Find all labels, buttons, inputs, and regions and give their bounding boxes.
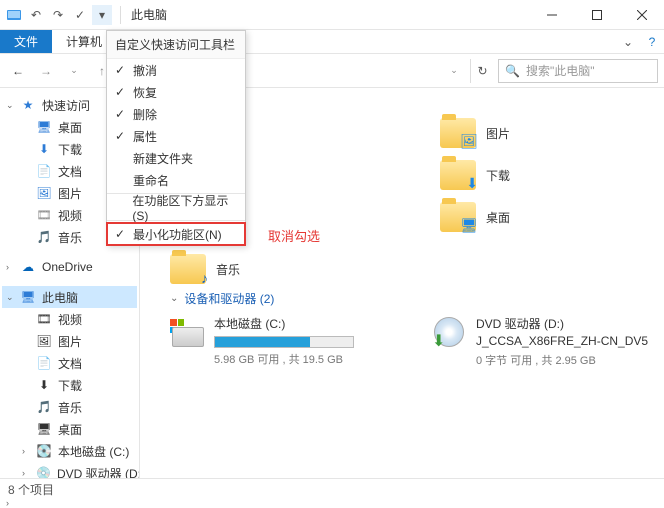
drive-dvd-d[interactable]: ⬇ DVD 驱动器 (D:) J_CCSA_X86FRE_ZH-CN_DV5 0… — [432, 315, 654, 368]
menu-item-redo[interactable]: ✓恢复 — [107, 81, 245, 103]
document-icon: 📄 — [36, 355, 52, 371]
titlebar: ↶ ↷ ✓ ▾ 此电脑 — [0, 0, 664, 30]
picture-icon: 🖼 — [460, 133, 478, 150]
menu-item-undo[interactable]: ✓撤消 — [107, 59, 245, 81]
download-icon: ⬇ — [36, 141, 52, 157]
folder-downloads[interactable]: ⬇ 下载 — [440, 160, 510, 190]
download-icon: ⬇ — [466, 175, 478, 192]
music-icon: 🎵 — [36, 229, 52, 245]
sidebar-item-music[interactable]: 🎵音乐 — [2, 396, 137, 418]
menu-item-rename[interactable]: 重命名 — [107, 169, 245, 191]
undo-icon[interactable]: ↶ — [26, 5, 46, 25]
app-icon — [4, 5, 24, 25]
group-devices[interactable]: ⌄ 设备和驱动器 (2) — [170, 290, 654, 307]
check-icon: ✓ — [113, 129, 127, 143]
sidebar-onedrive[interactable]: ›☁OneDrive — [2, 256, 137, 278]
search-icon: 🔍 — [505, 64, 520, 78]
video-icon: 🎞 — [36, 207, 52, 223]
window-title: 此电脑 — [125, 6, 167, 23]
sidebar-item-desktop[interactable]: 🖥桌面 — [2, 418, 137, 440]
usage-bar — [214, 336, 354, 348]
history-dropdown-icon[interactable]: ⌄ — [62, 59, 86, 83]
tab-file[interactable]: 文件 — [0, 30, 52, 53]
redo-icon[interactable]: ↷ — [48, 5, 68, 25]
video-icon: 🎞 — [36, 311, 52, 327]
folder-icon: ⬇ — [440, 160, 476, 190]
sidebar-item-documents[interactable]: 📄文档 — [2, 352, 137, 374]
document-icon: 📄 — [36, 163, 52, 179]
properties-icon[interactable]: ✓ — [70, 5, 90, 25]
install-arrow-icon: ⬇ — [432, 331, 445, 351]
refresh-button[interactable]: ↻ — [470, 59, 494, 83]
sidebar-item-pictures[interactable]: 🖼图片 — [2, 330, 137, 352]
chevron-right-icon[interactable]: › — [22, 446, 25, 456]
music-icon: ♪ — [201, 270, 208, 286]
drive-local-c[interactable]: 本地磁盘 (C:) 5.98 GB 可用 , 共 19.5 GB — [170, 315, 392, 368]
ribbon-expand-icon[interactable]: ⌄ — [616, 30, 640, 53]
chevron-down-icon[interactable]: ⌄ — [6, 292, 14, 303]
chevron-right-icon[interactable]: › — [22, 468, 25, 478]
sidebar-item-local-disk[interactable]: ›💽本地磁盘 (C:) — [2, 440, 137, 462]
menu-item-delete[interactable]: ✓删除 — [107, 103, 245, 125]
folder-pictures[interactable]: 🖼 图片 — [440, 118, 510, 148]
folder-icon: 🖥 — [440, 202, 476, 232]
dvd-icon: ⬇ — [432, 315, 468, 351]
quick-access-toolbar: ↶ ↷ ✓ ▾ — [0, 5, 116, 25]
desktop-icon: 🖥 — [36, 421, 52, 437]
computer-icon: 🖥 — [20, 289, 36, 305]
chevron-down-icon[interactable]: ⌄ — [170, 293, 178, 304]
desktop-icon: 🖥 — [460, 217, 478, 234]
check-icon: ✓ — [113, 63, 127, 77]
disk-icon — [170, 315, 206, 351]
chevron-down-icon[interactable]: ⌄ — [6, 100, 14, 111]
minimize-button[interactable] — [529, 0, 574, 30]
menu-item-minimize-ribbon[interactable]: ✓最小化功能区(N) — [107, 223, 245, 245]
maximize-button[interactable] — [574, 0, 619, 30]
check-icon: ✓ — [113, 227, 127, 241]
item-count: 8 个项目 — [8, 481, 54, 498]
sidebar-item-videos[interactable]: 🎞视频 — [2, 308, 137, 330]
cloud-icon: ☁ — [20, 259, 36, 275]
close-button[interactable] — [619, 0, 664, 30]
menu-item-new-folder[interactable]: 新建文件夹 — [107, 147, 245, 169]
star-icon: ★ — [20, 97, 36, 113]
menu-item-properties[interactable]: ✓属性 — [107, 125, 245, 147]
separator — [120, 6, 121, 24]
desktop-icon: 🖥 — [36, 119, 52, 135]
qat-customize-menu: 自定义快速访问工具栏 ✓撤消 ✓恢复 ✓删除 ✓属性 新建文件夹 重命名 在功能… — [106, 30, 246, 246]
menu-item-show-below[interactable]: 在功能区下方显示(S) — [107, 196, 245, 218]
menu-title: 自定义快速访问工具栏 — [107, 31, 245, 59]
search-input[interactable]: 🔍 搜索"此电脑" — [498, 59, 658, 83]
folder-music[interactable]: ♪ 音乐 — [170, 254, 240, 284]
forward-button[interactable]: → — [34, 59, 58, 83]
search-placeholder: 搜索"此电脑" — [526, 62, 595, 79]
disk-icon: 💽 — [36, 443, 52, 459]
chevron-right-icon[interactable]: › — [6, 262, 9, 272]
folder-icon: ♪ — [170, 254, 206, 284]
check-icon: ✓ — [113, 85, 127, 99]
back-button[interactable]: ← — [6, 59, 30, 83]
folder-desktop[interactable]: 🖥 桌面 — [440, 202, 510, 232]
download-icon: ⬇ — [36, 377, 52, 393]
picture-icon: 🖼 — [36, 185, 52, 201]
music-icon: 🎵 — [36, 399, 52, 415]
sidebar-this-pc[interactable]: ⌄🖥此电脑 — [2, 286, 137, 308]
sidebar-item-downloads[interactable]: ⬇下载 — [2, 374, 137, 396]
navbar: ← → ⌄ ↑ ⌄ ↻ 🔍 搜索"此电脑" — [0, 54, 664, 88]
picture-icon: 🖼 — [36, 333, 52, 349]
address-dropdown-icon[interactable]: ⌄ — [442, 59, 466, 83]
statusbar: 8 个项目 — [0, 478, 664, 500]
qat-dropdown-icon[interactable]: ▾ — [92, 5, 112, 25]
folder-icon: 🖼 — [440, 118, 476, 148]
dvd-icon: 💿 — [36, 465, 51, 478]
help-icon[interactable]: ? — [640, 30, 664, 53]
check-icon: ✓ — [113, 107, 127, 121]
sidebar-item-dvd[interactable]: ›💿DVD 驱动器 (D:) J... — [2, 462, 137, 478]
ribbon-tabs: 文件 计算机 ⌄ ? — [0, 30, 664, 54]
